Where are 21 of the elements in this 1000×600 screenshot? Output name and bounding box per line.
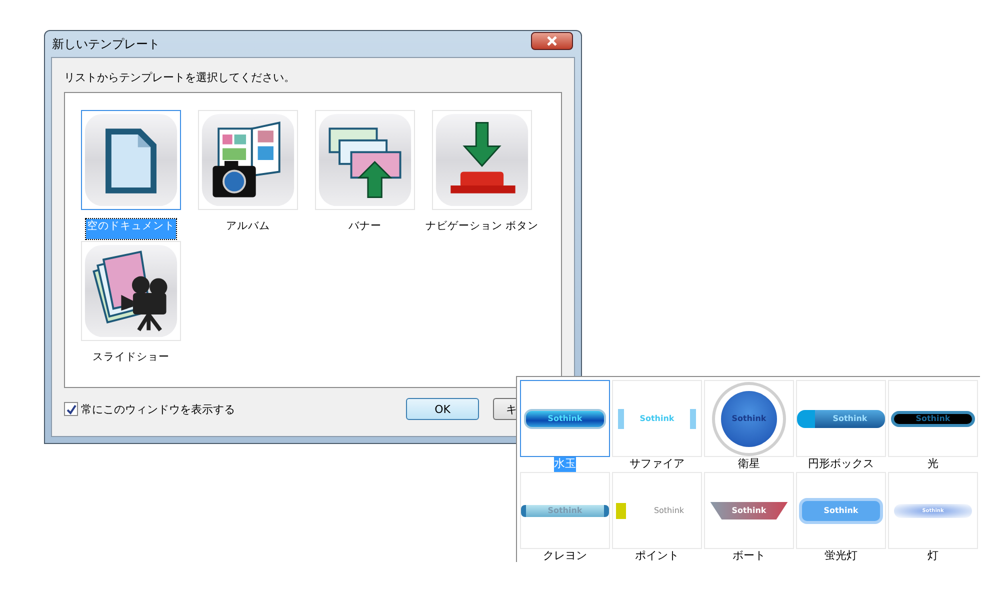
button-preview: Sothink [710, 502, 788, 520]
instruction-text: リストからテンプレートを選択してください。 [64, 70, 296, 86]
checkbox[interactable] [64, 402, 78, 416]
close-icon [546, 36, 558, 46]
album-camera-icon [199, 111, 297, 209]
window-title: 新しいテンプレート [52, 36, 160, 52]
button-preview: Sothink [618, 408, 696, 428]
document-icon [82, 111, 180, 209]
close-button[interactable] [531, 32, 573, 50]
button-preview: Sothink [524, 408, 606, 428]
ok-button[interactable]: OK [406, 398, 479, 420]
button-preview: Sothink [721, 390, 777, 446]
button-preview: Sothink [891, 410, 975, 426]
check-icon [66, 404, 76, 414]
button-preview: Sothink [521, 504, 609, 516]
download-button-icon [433, 111, 531, 209]
slides-camera-icon [82, 242, 180, 340]
cancel-button[interactable]: キ [493, 398, 516, 420]
button-preview: Sothink [797, 410, 885, 428]
button-preview: Sothink [799, 498, 883, 524]
banner-upload-icon [316, 111, 414, 209]
